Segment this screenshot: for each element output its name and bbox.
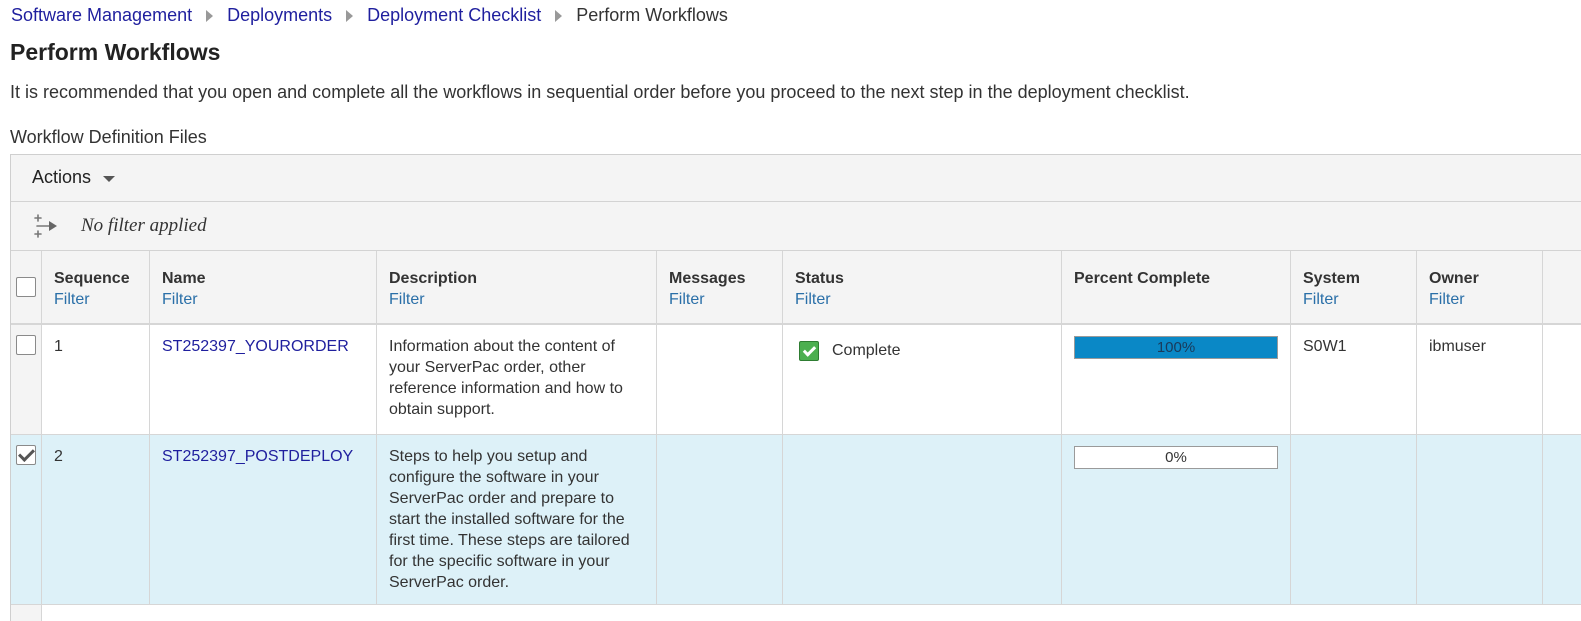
table-header: Sequence Filter Name Filter Description … bbox=[11, 251, 1581, 325]
progress-label: 100% bbox=[1156, 339, 1196, 356]
progress-label: 0% bbox=[1165, 449, 1187, 466]
cell-name: ST252397_YOURORDER bbox=[150, 325, 377, 434]
chevron-down-icon bbox=[103, 175, 116, 182]
column-status: Status Filter bbox=[783, 251, 1062, 323]
progress-bar: 0% bbox=[1074, 446, 1278, 469]
column-system: System Filter bbox=[1291, 251, 1417, 323]
filter-link-sequence[interactable]: Filter bbox=[54, 289, 149, 310]
row-select-gutter bbox=[11, 605, 42, 621]
column-sequence: Sequence Filter bbox=[42, 251, 150, 323]
column-title-owner[interactable]: Owner bbox=[1429, 269, 1542, 289]
actions-label: Actions bbox=[32, 167, 92, 187]
cell-description: Information about the content of your Se… bbox=[377, 325, 657, 434]
workflow-name-link[interactable]: ST252397_POSTDEPLOY bbox=[162, 448, 353, 465]
complete-check-icon bbox=[799, 340, 819, 361]
row-checkbox[interactable] bbox=[16, 335, 36, 355]
cell-owner: ibmuser bbox=[1417, 325, 1543, 434]
column-title-description[interactable]: Description bbox=[389, 269, 656, 289]
column-title-percent-complete[interactable]: Percent Complete bbox=[1074, 269, 1290, 289]
breadcrumb-separator-icon bbox=[346, 9, 354, 22]
breadcrumb: Software Management Deployments Deployme… bbox=[11, 5, 728, 26]
column-title-messages[interactable]: Messages bbox=[669, 269, 782, 289]
filter-link-name[interactable]: Filter bbox=[162, 289, 376, 310]
table-row[interactable]: 2 ST252397_POSTDEPLOY Steps to help you … bbox=[11, 435, 1581, 605]
page-description: It is recommended that you open and comp… bbox=[10, 82, 1190, 102]
select-all-cell bbox=[11, 251, 42, 323]
column-messages: Messages Filter bbox=[657, 251, 783, 323]
column-description: Description Filter bbox=[377, 251, 657, 323]
cell-sequence: 1 bbox=[42, 325, 150, 434]
cell-messages bbox=[657, 325, 783, 434]
cell-system bbox=[1291, 435, 1417, 604]
no-filter-text: No filter applied bbox=[81, 215, 207, 236]
filter-link-owner[interactable]: Filter bbox=[1429, 289, 1542, 310]
breadcrumb-deployments[interactable]: Deployments bbox=[227, 5, 332, 26]
column-title-name[interactable]: Name bbox=[162, 269, 376, 289]
cell-status: Complete bbox=[783, 325, 1062, 434]
breadcrumb-software-management[interactable]: Software Management bbox=[11, 5, 192, 26]
row-select-cell bbox=[11, 325, 42, 434]
workflow-name-link[interactable]: ST252397_YOURORDER bbox=[162, 338, 349, 355]
table-row[interactable]: 1 ST252397_YOURORDER Information about t… bbox=[11, 325, 1581, 435]
progress-bar: 100% bbox=[1074, 336, 1278, 359]
filter-link-description[interactable]: Filter bbox=[389, 289, 656, 310]
page-title: Perform Workflows bbox=[10, 39, 221, 65]
column-owner: Owner Filter bbox=[1417, 251, 1543, 323]
section-label: Workflow Definition Files bbox=[10, 127, 207, 147]
column-name: Name Filter bbox=[150, 251, 377, 323]
cell-description: Steps to help you setup and configure th… bbox=[377, 435, 657, 604]
cell-sequence: 2 bbox=[42, 435, 150, 604]
filter-link-messages[interactable]: Filter bbox=[669, 289, 782, 310]
filter-link-status[interactable]: Filter bbox=[795, 289, 1061, 310]
breadcrumb-separator-icon bbox=[555, 9, 563, 22]
cell-messages bbox=[657, 435, 783, 604]
breadcrumb-current: Perform Workflows bbox=[576, 5, 728, 25]
cell-percent-complete: 100% bbox=[1062, 325, 1291, 434]
cell-system: S0W1 bbox=[1291, 325, 1417, 434]
row-checkbox[interactable] bbox=[16, 445, 36, 465]
breadcrumb-separator-icon bbox=[206, 9, 214, 22]
cell-name: ST252397_POSTDEPLOY bbox=[150, 435, 377, 604]
column-title-system[interactable]: System bbox=[1303, 269, 1416, 289]
workflow-table: Actions No filter applied Sequence Filte… bbox=[10, 154, 1581, 621]
column-title-sequence[interactable]: Sequence bbox=[54, 269, 149, 289]
table-toolbar: Actions bbox=[11, 155, 1581, 202]
filter-arrows-icon[interactable] bbox=[33, 214, 59, 238]
filter-bar: No filter applied bbox=[11, 202, 1581, 251]
column-title-status[interactable]: Status bbox=[795, 269, 1061, 289]
cell-percent-complete: 0% bbox=[1062, 435, 1291, 604]
row-select-cell bbox=[11, 435, 42, 604]
cell-owner bbox=[1417, 435, 1543, 604]
breadcrumb-deployment-checklist[interactable]: Deployment Checklist bbox=[367, 5, 541, 26]
cell-status bbox=[783, 435, 1062, 604]
filter-link-system[interactable]: Filter bbox=[1303, 289, 1416, 310]
status-text: Complete bbox=[832, 342, 901, 359]
select-all-checkbox[interactable] bbox=[16, 277, 36, 297]
column-percent-complete: Percent Complete bbox=[1062, 251, 1291, 323]
actions-menu-button[interactable]: Actions bbox=[32, 167, 116, 188]
